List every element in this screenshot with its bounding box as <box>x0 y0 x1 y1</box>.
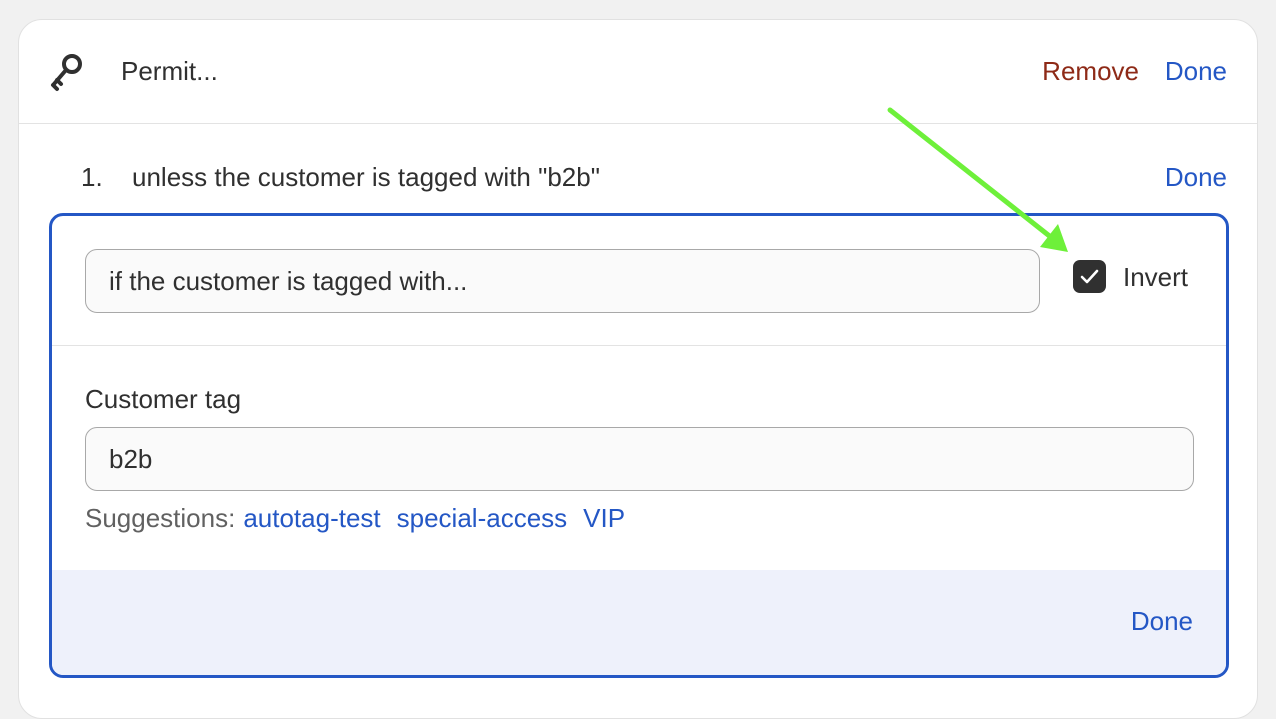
suggestions: Suggestions: autotag-test special-access VI… <box>85 503 633 534</box>
rule-summary: unless the customer is tagged with "b2b" <box>132 162 600 192</box>
remove-button[interactable]: Remove <box>1042 56 1139 87</box>
invert-label: Invert <box>1123 262 1189 292</box>
permit-card: Permit... Remove Done 1. unless the cust… <box>18 19 1258 719</box>
customer-tag-label: Customer tag <box>85 384 242 414</box>
card-title: Permit... <box>121 56 218 86</box>
header-done-button[interactable]: Done <box>1165 56 1227 87</box>
condition-select[interactable]: if the customer is tagged with... <box>85 249 1040 313</box>
invert-checkbox[interactable] <box>1073 260 1106 293</box>
checkmark-icon <box>1080 269 1099 284</box>
editor-footer: Done <box>52 570 1226 675</box>
customer-tag-input[interactable] <box>85 427 1194 491</box>
suggestion-special-access[interactable]: special-access <box>397 503 568 533</box>
key-icon <box>49 52 85 92</box>
tag-section: Customer tag Suggestions:autotag-test spe… <box>52 346 1226 571</box>
rule-done-button[interactable]: Done <box>1165 162 1227 193</box>
editor-done-button[interactable]: Done <box>1131 606 1193 637</box>
suggestion-vip[interactable]: VIP <box>583 503 625 533</box>
condition-editor: if the customer is tagged with... Invert… <box>49 213 1229 678</box>
card-header: Permit... Remove Done <box>19 20 1257 124</box>
rule-number: 1. <box>81 162 103 192</box>
suggestions-label: Suggestions: <box>85 503 236 533</box>
suggestion-autotag-test[interactable]: autotag-test <box>243 503 380 533</box>
rule-row: 1. unless the customer is tagged with "b… <box>19 124 1257 214</box>
condition-section: if the customer is tagged with... Invert <box>52 216 1226 346</box>
